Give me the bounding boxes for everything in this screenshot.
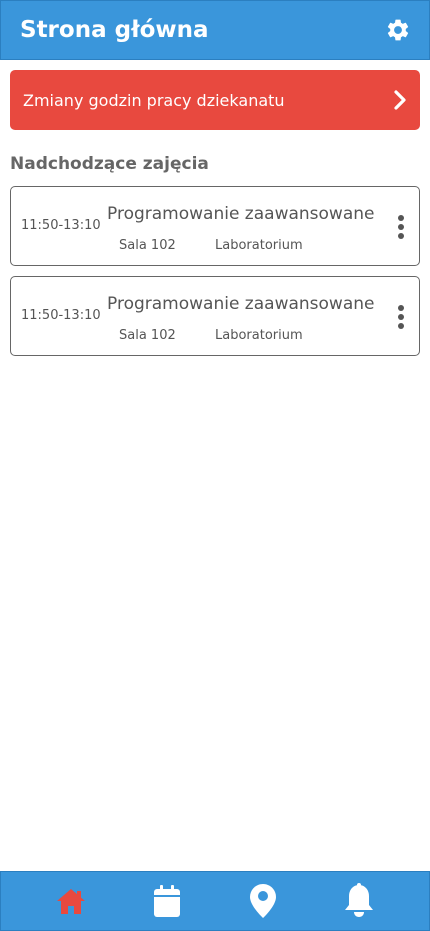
class-room: Sala 102 xyxy=(119,328,176,343)
class-type: Laboratorium xyxy=(215,238,303,253)
section-title-upcoming: Nadchodzące zajęcia xyxy=(10,154,209,174)
bell-icon xyxy=(343,883,375,919)
class-time: 11:50-13:10 xyxy=(21,308,101,323)
more-vertical-icon[interactable] xyxy=(391,214,411,240)
app-header: Strona główna xyxy=(0,0,430,60)
class-time: 11:50-13:10 xyxy=(21,218,101,233)
class-card[interactable]: 11:50-13:10 Programowanie zaawansowane S… xyxy=(10,186,420,266)
gear-icon[interactable] xyxy=(385,17,411,43)
page-title: Strona główna xyxy=(20,17,209,43)
class-title: Programowanie zaawansowane xyxy=(107,294,375,314)
class-room: Sala 102 xyxy=(119,238,176,253)
bottom-navigation xyxy=(0,871,430,931)
announcement-banner[interactable]: Zmiany godzin pracy dziekanatu xyxy=(10,70,420,130)
nav-home[interactable] xyxy=(46,876,96,926)
more-vertical-icon[interactable] xyxy=(391,304,411,330)
home-icon xyxy=(55,887,87,915)
announcement-text: Zmiany godzin pracy dziekanatu xyxy=(23,90,285,110)
class-type: Laboratorium xyxy=(215,328,303,343)
nav-map[interactable] xyxy=(238,876,288,926)
chevron-right-icon xyxy=(392,90,408,110)
calendar-icon xyxy=(153,884,181,918)
nav-calendar[interactable] xyxy=(142,876,192,926)
map-pin-icon xyxy=(249,883,277,919)
class-title: Programowanie zaawansowane xyxy=(107,204,375,224)
class-card[interactable]: 11:50-13:10 Programowanie zaawansowane S… xyxy=(10,276,420,356)
nav-notifications[interactable] xyxy=(334,876,384,926)
